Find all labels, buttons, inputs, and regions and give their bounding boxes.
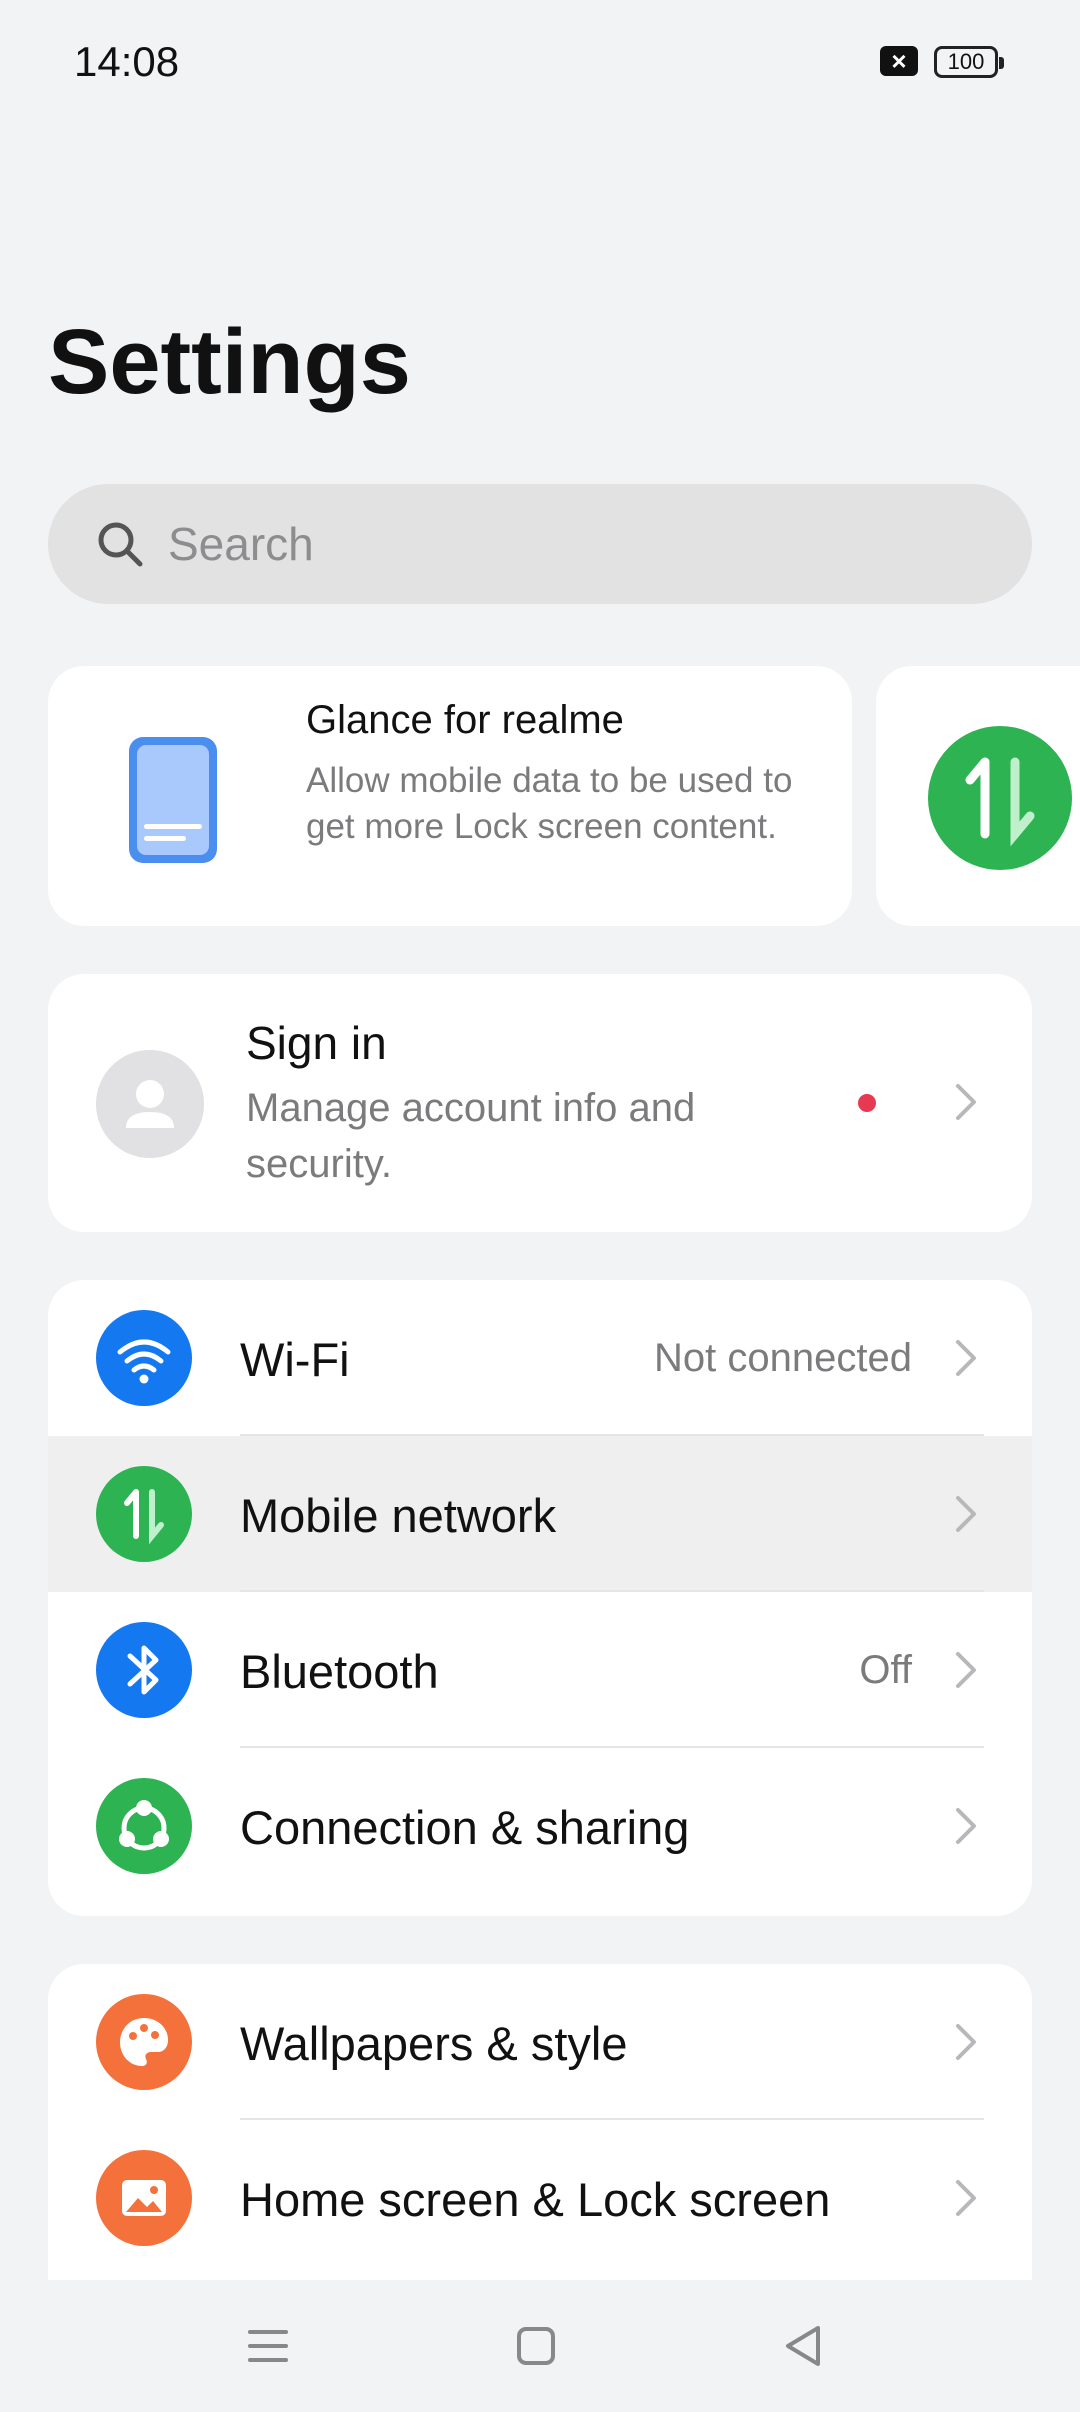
search-input[interactable] bbox=[168, 504, 988, 584]
navigation-bar bbox=[0, 2280, 1080, 2412]
battery-icon: 100 bbox=[934, 46, 1004, 78]
home-lock-screen-label: Home screen & Lock screen bbox=[240, 2173, 831, 2226]
connectivity-group: Wi-Fi Not connected Mobile network Bluet… bbox=[48, 1280, 1032, 1916]
mobile-data-card[interactable] bbox=[876, 666, 1080, 926]
image-icon bbox=[96, 2150, 192, 2246]
status-time: 14:08 bbox=[74, 38, 180, 85]
mobile-data-icon bbox=[928, 726, 1072, 870]
wallpapers-style-label: Wallpapers & style bbox=[240, 2017, 628, 2070]
home-lock-screen-row[interactable]: Home screen & Lock screen bbox=[48, 2120, 1032, 2276]
bluetooth-status: Off bbox=[859, 1648, 912, 1692]
wallpapers-style-row[interactable]: Wallpapers & style bbox=[48, 1964, 1032, 2120]
mobile-data-icon bbox=[96, 1466, 192, 1562]
bluetooth-icon bbox=[96, 1622, 192, 1718]
notification-dot bbox=[858, 1094, 876, 1112]
phone-icon bbox=[129, 737, 217, 863]
back-icon[interactable] bbox=[772, 2314, 836, 2378]
home-icon[interactable] bbox=[504, 2314, 568, 2378]
chevron-right-icon bbox=[956, 2180, 976, 2216]
mobile-network-row[interactable]: Mobile network bbox=[48, 1436, 1032, 1592]
chevron-right-icon bbox=[956, 1084, 976, 1120]
palette-icon bbox=[96, 1994, 192, 2090]
avatar-icon bbox=[96, 1050, 204, 1158]
search-bar[interactable] bbox=[48, 484, 1032, 604]
chevron-right-icon bbox=[956, 1496, 976, 1532]
wifi-icon bbox=[96, 1310, 192, 1406]
sign-in-title: Sign in bbox=[246, 1017, 387, 1069]
wifi-label: Wi-Fi bbox=[240, 1333, 350, 1386]
menu-icon[interactable] bbox=[236, 2314, 300, 2378]
page-title: Settings bbox=[48, 311, 411, 413]
sign-in-card[interactable]: Sign in Manage account info and security… bbox=[48, 974, 1032, 1232]
connection-sharing-row[interactable]: Connection & sharing bbox=[48, 1748, 1032, 1904]
wifi-status: Not connected bbox=[654, 1336, 912, 1380]
no-sim-icon: × bbox=[880, 46, 918, 76]
connection-sharing-label: Connection & sharing bbox=[240, 1801, 690, 1854]
status-bar: 14:08 × 100 bbox=[0, 0, 1080, 124]
glance-description: Allow mobile data to be used to get more… bbox=[306, 761, 793, 846]
share-icon bbox=[96, 1778, 192, 1874]
glance-title: Glance for realme bbox=[306, 698, 624, 742]
bluetooth-row[interactable]: Bluetooth Off bbox=[48, 1592, 1032, 1748]
chevron-right-icon bbox=[956, 1340, 976, 1376]
glance-card[interactable]: Glance for realme Allow mobile data to b… bbox=[48, 666, 852, 926]
wifi-row[interactable]: Wi-Fi Not connected bbox=[48, 1280, 1032, 1436]
search-icon bbox=[98, 522, 143, 567]
sign-in-description: Manage account info and security. bbox=[246, 1086, 696, 1186]
chevron-right-icon bbox=[956, 1808, 976, 1844]
bluetooth-label: Bluetooth bbox=[240, 1645, 439, 1698]
chevron-right-icon bbox=[956, 2024, 976, 2060]
settings-screen: 14:08 × 100 Settings Glance for realme A… bbox=[0, 0, 1080, 2412]
mobile-network-label: Mobile network bbox=[240, 1489, 557, 1542]
chevron-right-icon bbox=[956, 1652, 976, 1688]
